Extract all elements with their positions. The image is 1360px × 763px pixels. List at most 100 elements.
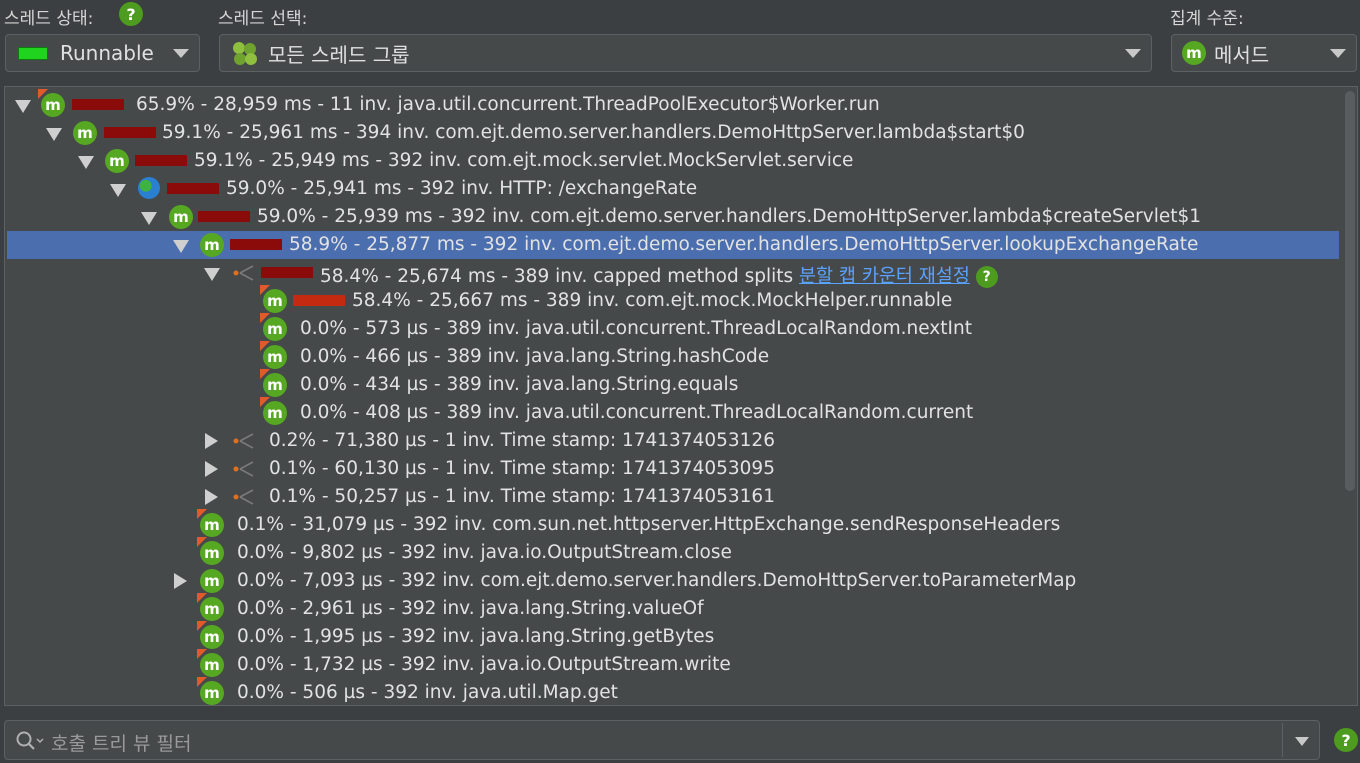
split-help-icon[interactable]: ? — [975, 266, 998, 288]
thread-select-combo[interactable]: 모든 스레드 그룹 — [219, 34, 1152, 72]
method-icon: m — [1182, 41, 1206, 65]
time-bar — [261, 267, 313, 278]
expand-toggle-icon[interactable] — [173, 240, 189, 253]
tree-row[interactable]: m 59.0% - 25,939 ms - 392 inv. com.ejt.d… — [7, 203, 1339, 231]
tree-row[interactable]: m 59.1% - 25,949 ms - 392 inv. com.ejt.m… — [7, 147, 1339, 175]
row-text: 58.4% - 25,674 ms - 389 inv. capped meth… — [320, 262, 998, 288]
tree-row-selected[interactable]: m 58.9% - 25,877 ms - 392 inv. com.ejt.d… — [7, 231, 1339, 259]
method-icon: m — [73, 121, 97, 145]
chevron-down-icon — [173, 49, 189, 58]
tree-row[interactable]: 59.0% - 25,941 ms - 392 inv. HTTP: /exch… — [7, 175, 1339, 203]
toolbar: 스레드 상태: ? Runnable 스레드 선택: 모든 스레드 그룹 집계 … — [0, 0, 1360, 82]
call-tree-filter[interactable]: 호출 트리 뷰 필터 — [4, 720, 1320, 760]
tree-row[interactable]: m 0.0% - 466 µs - 389 inv. java.lang.Str… — [7, 341, 1339, 371]
tree-row[interactable]: 0.2% - 71,380 µs - 1 inv. Time stamp: 17… — [7, 427, 1339, 455]
row-text: 0.1% - 31,079 µs - 392 inv. com.sun.net.… — [237, 514, 1061, 535]
tree-row[interactable]: m 58.4% - 25,667 ms - 389 inv. com.ejt.m… — [7, 285, 1339, 315]
method-icon: m — [260, 341, 287, 369]
runnable-state-icon — [18, 46, 48, 60]
expand-toggle-icon[interactable] — [174, 573, 187, 589]
chevron-down-icon — [1330, 49, 1346, 58]
tree-row[interactable]: 58.4% - 25,674 ms - 389 inv. capped meth… — [7, 259, 1339, 288]
split-icon — [233, 489, 254, 505]
method-icon: m — [197, 677, 224, 705]
thread-select-value: 모든 스레드 그룹 — [268, 42, 410, 67]
time-bar — [230, 239, 282, 250]
divider — [1282, 723, 1283, 757]
search-icon[interactable] — [15, 730, 45, 752]
tree-row[interactable]: m 0.0% - 1,995 µs - 392 inv. java.lang.S… — [7, 621, 1339, 651]
time-bar — [104, 127, 156, 138]
method-icon: m — [105, 149, 129, 173]
expand-toggle-icon[interactable] — [205, 433, 218, 449]
time-bar — [198, 211, 250, 222]
tree-row[interactable]: m 0.0% - 9,802 µs - 392 inv. java.io.Out… — [7, 537, 1339, 567]
row-text-main: 58.4% - 25,674 ms - 389 inv. capped meth… — [320, 266, 794, 287]
tree-row[interactable]: 0.1% - 60,130 µs - 1 inv. Time stamp: 17… — [7, 455, 1339, 483]
globe-icon — [138, 177, 160, 199]
method-icon: m — [197, 509, 224, 537]
expand-toggle-icon[interactable] — [15, 100, 31, 113]
tree-row[interactable]: m 0.0% - 7,093 µs - 392 inv. com.ejt.dem… — [7, 567, 1339, 595]
row-text: 58.9% - 25,877 ms - 392 inv. com.ejt.dem… — [289, 234, 1199, 255]
thread-state-combo[interactable]: Runnable — [5, 34, 200, 72]
method-icon: m — [260, 397, 287, 425]
tree-row[interactable]: m 0.0% - 506 µs - 392 inv. java.util.Map… — [7, 677, 1339, 705]
row-text: 0.1% - 50,257 µs - 1 inv. Time stamp: 17… — [269, 486, 775, 507]
tree-row[interactable]: m 59.1% - 25,961 ms - 394 inv. com.ejt.d… — [7, 119, 1339, 147]
chevron-down-icon — [1125, 49, 1141, 58]
time-bar — [293, 295, 345, 306]
method-icon: m — [260, 313, 287, 341]
method-icon: m — [200, 233, 224, 257]
tree-row[interactable]: m 0.0% - 573 µs - 389 inv. java.util.con… — [7, 313, 1339, 343]
method-icon: m — [197, 649, 224, 677]
row-text: 59.1% - 25,961 ms - 394 inv. com.ejt.dem… — [162, 122, 1025, 143]
aggregation-value: 메서드 — [1214, 42, 1270, 67]
row-text: 59.1% - 25,949 ms - 392 inv. com.ejt.moc… — [194, 150, 854, 171]
tree-row[interactable]: m 0.0% - 1,732 µs - 392 inv. java.io.Out… — [7, 649, 1339, 679]
expand-toggle-icon[interactable] — [205, 461, 218, 477]
vertical-scrollbar[interactable] — [1345, 91, 1355, 491]
expand-toggle-icon[interactable] — [204, 268, 220, 281]
row-text: 65.9% - 28,959 ms - 11 inv. java.util.co… — [136, 94, 880, 115]
aggregation-combo[interactable]: m 메서드 — [1171, 34, 1357, 72]
chevron-down-icon[interactable] — [1295, 737, 1309, 746]
thread-state-help-icon[interactable]: ? — [119, 2, 143, 26]
split-icon — [233, 433, 254, 449]
row-text: 0.0% - 466 µs - 389 inv. java.lang.Strin… — [300, 346, 770, 367]
reset-split-cap-link[interactable]: 분할 캡 카운터 재설정 — [799, 266, 970, 287]
expand-toggle-icon[interactable] — [46, 128, 62, 141]
row-text: 0.0% - 9,802 µs - 392 inv. java.io.Outpu… — [237, 542, 732, 563]
split-icon — [233, 265, 254, 281]
method-icon: m — [260, 285, 287, 313]
expand-toggle-icon[interactable] — [141, 212, 157, 225]
row-text: 0.0% - 1,995 µs - 392 inv. java.lang.Str… — [237, 626, 715, 647]
expand-toggle-icon[interactable] — [110, 184, 126, 197]
tree-row[interactable]: m 0.1% - 31,079 µs - 392 inv. com.sun.ne… — [7, 509, 1339, 539]
method-icon: m — [197, 593, 224, 621]
row-text: 0.0% - 7,093 µs - 392 inv. com.ejt.demo.… — [237, 570, 1077, 591]
row-text: 0.0% - 434 µs - 389 inv. java.lang.Strin… — [300, 374, 739, 395]
tree-row[interactable]: 0.1% - 50,257 µs - 1 inv. Time stamp: 17… — [7, 483, 1339, 511]
expand-toggle-icon[interactable] — [78, 156, 94, 169]
tree-row[interactable]: m 65.9% - 28,959 ms - 11 inv. java.util.… — [7, 89, 1339, 119]
tree-row[interactable]: m 0.0% - 2,961 µs - 392 inv. java.lang.S… — [7, 593, 1339, 623]
expand-toggle-icon[interactable] — [205, 489, 218, 505]
tree-row[interactable]: m 0.0% - 434 µs - 389 inv. java.lang.Str… — [7, 369, 1339, 399]
row-text: 0.0% - 1,732 µs - 392 inv. java.io.Outpu… — [237, 654, 731, 675]
thread-group-icon — [233, 42, 257, 65]
filter-help-icon[interactable]: ? — [1334, 728, 1358, 752]
tree-row[interactable]: m 0.0% - 408 µs - 389 inv. java.util.con… — [7, 397, 1339, 427]
row-text: 58.4% - 25,667 ms - 389 inv. com.ejt.moc… — [352, 290, 953, 311]
aggregation-label: 집계 수준: — [1170, 9, 1244, 29]
row-text: 59.0% - 25,941 ms - 392 inv. HTTP: /exch… — [226, 178, 698, 199]
method-icon: m — [197, 537, 224, 565]
filter-placeholder: 호출 트리 뷰 필터 — [51, 733, 192, 755]
row-text: 0.0% - 2,961 µs - 392 inv. java.lang.Str… — [237, 598, 704, 619]
time-bar — [167, 183, 219, 194]
row-text: 0.0% - 506 µs - 392 inv. java.util.Map.g… — [237, 682, 618, 703]
row-text: 0.0% - 408 µs - 389 inv. java.util.concu… — [300, 402, 974, 423]
split-icon — [233, 461, 254, 477]
row-text: 0.1% - 60,130 µs - 1 inv. Time stamp: 17… — [269, 458, 775, 479]
call-tree[interactable]: m 65.9% - 28,959 ms - 11 inv. java.util.… — [4, 86, 1358, 706]
